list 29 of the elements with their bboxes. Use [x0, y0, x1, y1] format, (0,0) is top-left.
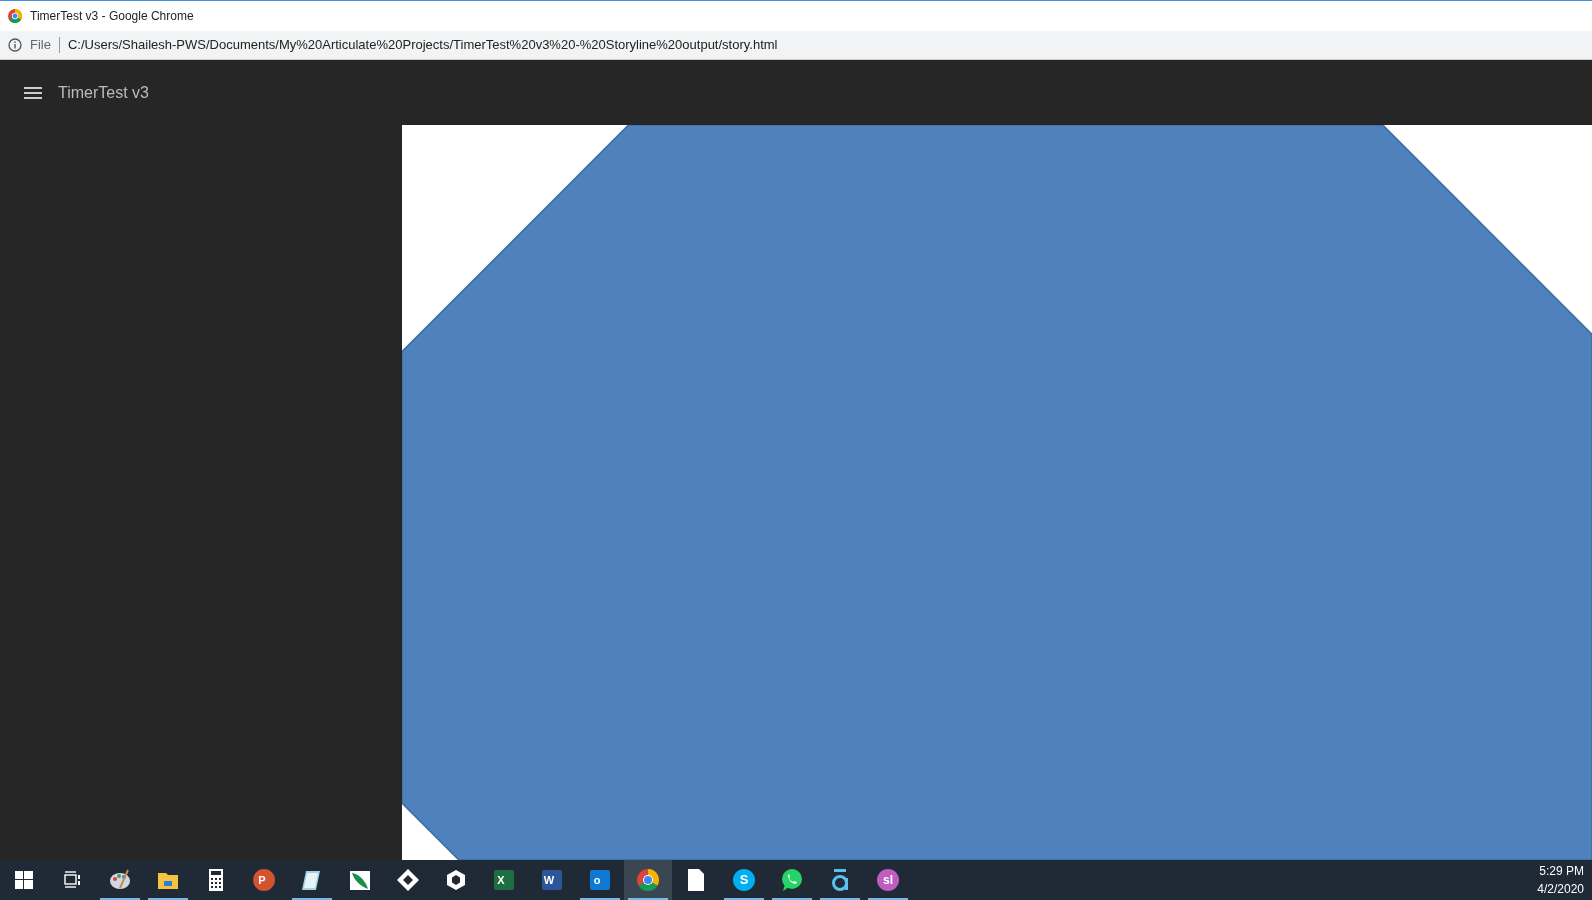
cube-icon: [444, 868, 468, 892]
chrome-icon: [636, 868, 660, 892]
info-icon[interactable]: [8, 38, 22, 52]
taskbar-app-button[interactable]: o: [576, 860, 624, 900]
mail-app-icon: o: [588, 868, 612, 892]
app-title: TimerTest v3: [58, 82, 149, 103]
menu-icon[interactable]: [24, 86, 42, 99]
address-url[interactable]: C:/Users/Shailesh-PWS/Documents/My%20Articulate%20Projects/TimerTest%20v3%20-%20Storyline%20output/story.html: [67, 35, 778, 55]
taskbar-app-button[interactable]: X: [480, 860, 528, 900]
taskbar-app-button[interactable]: sl: [864, 860, 912, 900]
clock-date: 4/2/2020: [1537, 881, 1584, 898]
spreadsheet-app-icon: X: [492, 868, 516, 892]
taskbar-app-button[interactable]: P: [240, 860, 288, 900]
phone-bubble-icon: [780, 868, 804, 892]
feather-icon: [348, 868, 372, 892]
address-prefix: File: [30, 36, 51, 55]
palette-icon: [108, 868, 132, 892]
window-title: TimerTest v3 - Google Chrome: [30, 8, 194, 25]
chat-app-icon: S: [732, 868, 756, 892]
chrome-icon: [8, 9, 22, 23]
windows-logo-icon: [15, 871, 33, 889]
presentation-app-icon: P: [252, 868, 276, 892]
document-app-icon: W: [540, 868, 564, 892]
clock-time: 5:29 PM: [1538, 863, 1584, 880]
taskbar-app-button[interactable]: W: [528, 860, 576, 900]
taskbar-app-button[interactable]: S: [720, 860, 768, 900]
diamond-icon: [396, 868, 420, 892]
task-view-icon: [62, 871, 82, 889]
circle-app-icon: sl: [876, 868, 900, 892]
